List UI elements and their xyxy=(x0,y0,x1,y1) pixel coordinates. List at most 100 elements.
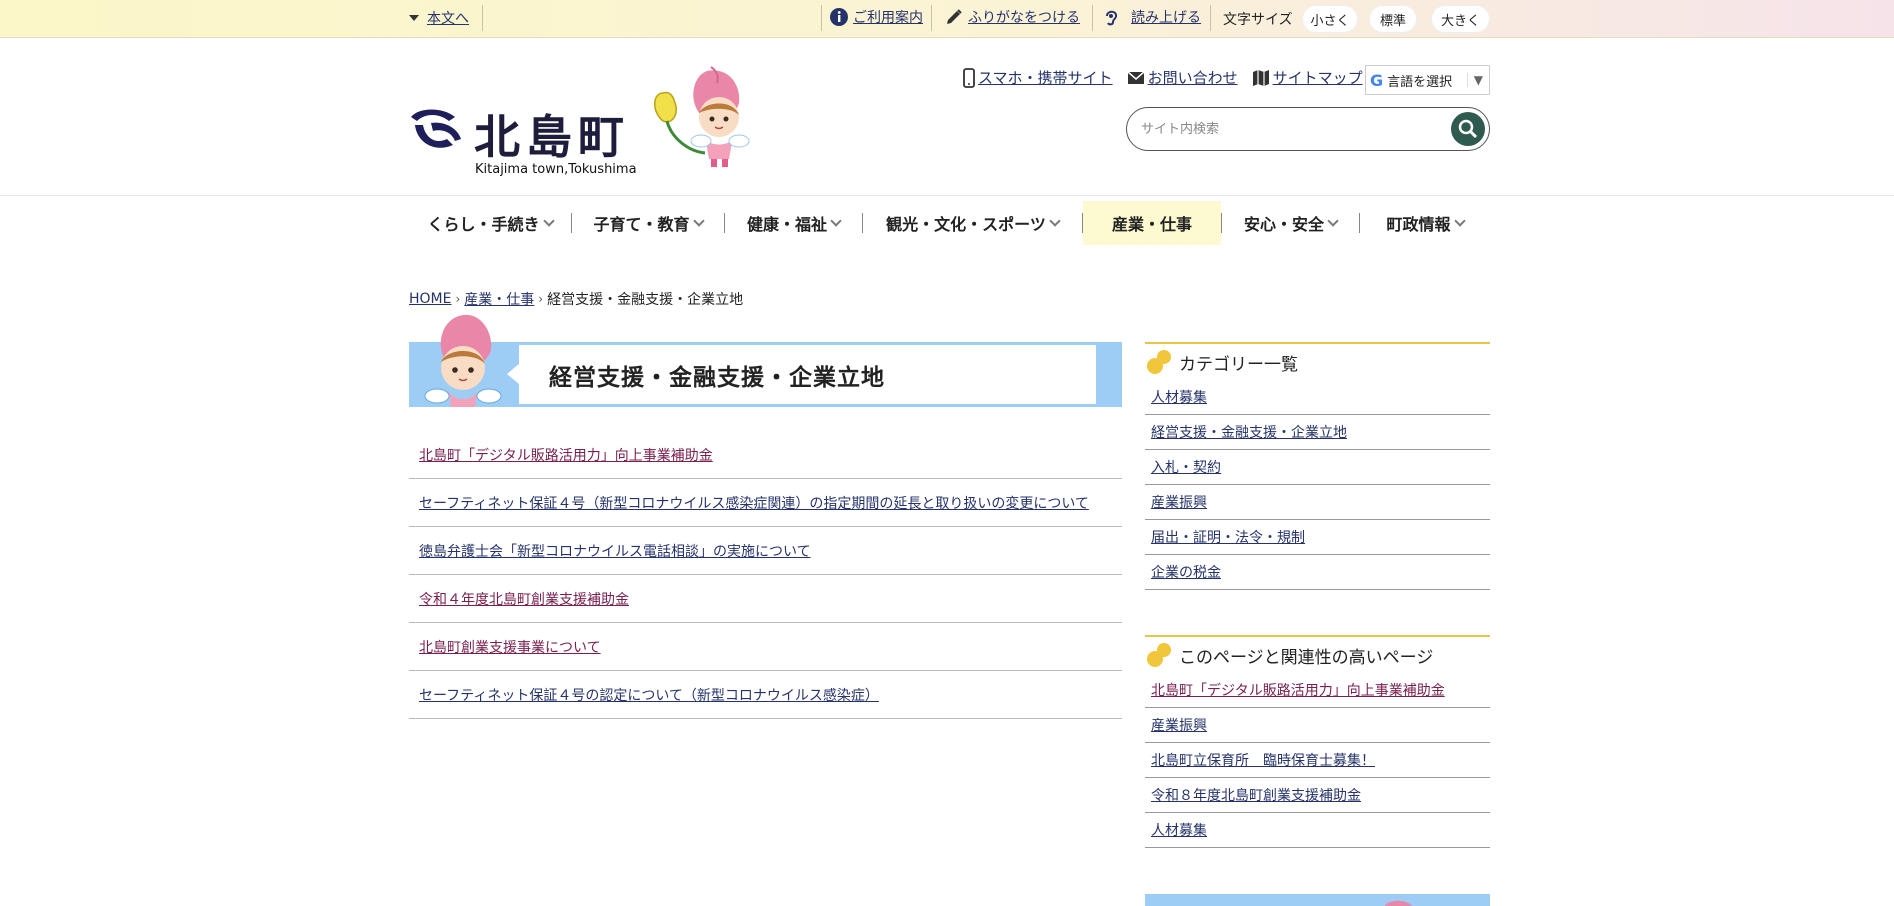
font-size-small-button[interactable]: 小さく xyxy=(1302,5,1358,33)
divider xyxy=(931,5,932,31)
dropdown-arrow-icon: ▼ xyxy=(1466,73,1489,87)
google-icon: G xyxy=(1370,70,1384,90)
nav-item-label: 町政情報 xyxy=(1386,215,1451,234)
search-input[interactable] xyxy=(1141,118,1441,140)
related-link[interactable]: 令和８年度北島町創業支援補助金 xyxy=(1151,785,1361,805)
nav-item-living[interactable]: くらし・手続き xyxy=(409,201,571,245)
breadcrumb-separator-icon: › xyxy=(455,292,461,306)
list-item: 入札・契約 xyxy=(1145,450,1490,485)
mobile-site-link[interactable]: スマホ・携帯サイト xyxy=(963,67,1113,88)
mascot-icon xyxy=(1384,900,1413,906)
breadcrumb-current: 経営支援・金融支援・企業立地 xyxy=(547,292,744,308)
article-link[interactable]: セーフティネット保証４号の認定について（新型コロナウイルス感染症） xyxy=(419,685,879,705)
article-link[interactable]: 令和４年度北島町創業支援補助金 xyxy=(419,589,629,609)
related-link[interactable]: 北島町「デジタル販路活用力」向上事業補助金 xyxy=(1151,680,1445,700)
global-nav: くらし・手続き 子育て・教育 健康・福祉 観光・文化・スポーツ 産業・仕事 安心… xyxy=(409,201,1490,245)
category-link[interactable]: 入札・契約 xyxy=(1151,457,1221,477)
related-heading: このページと関連性の高いページ xyxy=(1145,635,1490,673)
article-link[interactable]: 徳島弁護士会「新型コロナウイルス電話相談」の実施について xyxy=(419,541,811,561)
breadcrumb: HOME › 産業・仕事 › 経営支援・金融支援・企業立地 xyxy=(409,289,743,309)
info-icon xyxy=(829,7,849,27)
heading-bullet-icon xyxy=(1145,641,1175,669)
sidebar-banner[interactable] xyxy=(1145,894,1490,906)
site-logo[interactable]: 北島町 Kitajima town,Tokushima xyxy=(409,63,759,183)
page-title: 経営支援・金融支援・企業立地 xyxy=(549,365,885,391)
related-heading-text: このページと関連性の高いページ xyxy=(1179,647,1434,668)
nav-item-health-welfare[interactable]: 健康・福祉 xyxy=(725,201,862,245)
contact-link-text[interactable]: お問い合わせ xyxy=(1148,67,1238,88)
category-heading: カテゴリー一覧 xyxy=(1145,342,1490,380)
nav-item-tourism-culture-sports[interactable]: 観光・文化・スポーツ xyxy=(863,201,1082,245)
category-link[interactable]: 人材募集 xyxy=(1151,387,1207,407)
triangle-down-icon xyxy=(409,15,419,21)
list-item: 北島町創業支援事業について xyxy=(409,623,1122,671)
skip-to-content-text[interactable]: 本文へ xyxy=(427,8,469,28)
utility-bar: 本文へ ご利用案内 ふりがなをつける 読み上げる 文字サイズ 小さく 標準 大き… xyxy=(0,0,1894,38)
search-button[interactable] xyxy=(1451,112,1485,146)
font-size-large-button[interactable]: 大きく xyxy=(1431,5,1490,33)
mobile-site-link-text[interactable]: スマホ・携帯サイト xyxy=(978,67,1113,88)
divider xyxy=(821,5,822,31)
nav-item-label: 子育て・教育 xyxy=(593,215,690,234)
breadcrumb-parent-link[interactable]: 産業・仕事 xyxy=(464,289,534,309)
language-select-label: 言語を選択 xyxy=(1387,74,1453,90)
sitemap-link[interactable]: サイトマップ xyxy=(1252,67,1363,88)
related-pages: このページと関連性の高いページ 北島町「デジタル販路活用力」向上事業補助金 産業… xyxy=(1145,635,1490,848)
skip-to-content-link[interactable]: 本文へ xyxy=(409,8,469,28)
chevron-down-icon xyxy=(1327,215,1339,227)
divider xyxy=(482,5,483,31)
logo-title: 北島町 xyxy=(474,110,630,164)
mascot-with-tulip-icon xyxy=(654,66,750,167)
nav-item-childcare-education[interactable]: 子育て・教育 xyxy=(572,201,724,245)
category-link[interactable]: 経営支援・金融支援・企業立地 xyxy=(1151,422,1347,442)
category-link[interactable]: 産業振興 xyxy=(1151,492,1207,512)
breadcrumb-home-link[interactable]: HOME xyxy=(409,291,451,307)
divider xyxy=(1092,5,1093,31)
list-item: 北島町立保育所 臨時保育士募集！ xyxy=(1145,743,1490,778)
language-select[interactable]: G 言語を選択 ▼ xyxy=(1365,65,1490,95)
list-item: 届出・証明・法令・規制 xyxy=(1145,520,1490,555)
nav-item-label: 安心・安全 xyxy=(1243,215,1324,234)
furigana-link-text[interactable]: ふりがなをつける xyxy=(968,7,1080,27)
nav-item-label: 産業・仕事 xyxy=(1111,215,1192,234)
list-item: セーフティネット保証４号の認定について（新型コロナウイルス感染症） xyxy=(409,671,1122,719)
category-heading-text: カテゴリー一覧 xyxy=(1179,354,1298,375)
font-size-label: 文字サイズ xyxy=(1223,12,1293,28)
ear-icon xyxy=(1101,7,1121,27)
guide-link[interactable]: ご利用案内 xyxy=(829,7,923,27)
related-link[interactable]: 北島町立保育所 臨時保育士募集！ xyxy=(1151,750,1375,770)
chevron-down-icon xyxy=(1049,215,1061,227)
nav-item-label: 観光・文化・スポーツ xyxy=(886,215,1046,234)
speech-notch xyxy=(507,364,519,384)
site-header: 北島町 Kitajima town,Tokushima スマホ・携帯サイト お問… xyxy=(0,39,1894,196)
nav-item-industry-work[interactable]: 産業・仕事 xyxy=(1083,201,1221,245)
pencil-icon xyxy=(944,7,964,27)
list-item: 北島町「デジタル販路活用力」向上事業補助金 xyxy=(409,431,1122,479)
article-link[interactable]: 北島町創業支援事業について xyxy=(419,637,601,657)
article-link[interactable]: セーフティネット保証４号（新型コロナウイルス感染症関連）の指定期間の延長と取り扱… xyxy=(419,493,1089,513)
article-link[interactable]: 北島町「デジタル販路活用力」向上事業補助金 xyxy=(419,445,713,465)
chevron-down-icon xyxy=(1453,215,1466,227)
read-aloud-link[interactable]: 読み上げる xyxy=(1101,7,1201,27)
site-search xyxy=(1126,107,1490,151)
list-item: 人材募集 xyxy=(1145,813,1490,848)
map-icon xyxy=(1252,69,1269,86)
town-emblem-icon xyxy=(411,109,461,148)
related-link[interactable]: 産業振興 xyxy=(1151,715,1207,735)
sitemap-link-text[interactable]: サイトマップ xyxy=(1273,67,1363,88)
font-size-normal-button[interactable]: 標準 xyxy=(1369,5,1417,33)
list-item: 令和８年度北島町創業支援補助金 xyxy=(1145,778,1490,813)
furigana-link[interactable]: ふりがなをつける xyxy=(944,7,1080,27)
related-link[interactable]: 人材募集 xyxy=(1151,820,1207,840)
list-item: 産業振興 xyxy=(1145,708,1490,743)
contact-link[interactable]: お問い合わせ xyxy=(1127,67,1238,88)
nav-item-town-government[interactable]: 町政情報 xyxy=(1360,201,1490,245)
category-link[interactable]: 企業の税金 xyxy=(1151,562,1221,582)
divider xyxy=(1210,5,1211,31)
guide-link-text[interactable]: ご利用案内 xyxy=(853,7,923,27)
category-link[interactable]: 届出・証明・法令・規制 xyxy=(1151,527,1305,547)
chevron-down-icon xyxy=(830,215,842,227)
heading-bullet-icon xyxy=(1145,348,1175,376)
nav-item-safety[interactable]: 安心・安全 xyxy=(1222,201,1359,245)
read-aloud-link-text[interactable]: 読み上げる xyxy=(1131,7,1201,27)
